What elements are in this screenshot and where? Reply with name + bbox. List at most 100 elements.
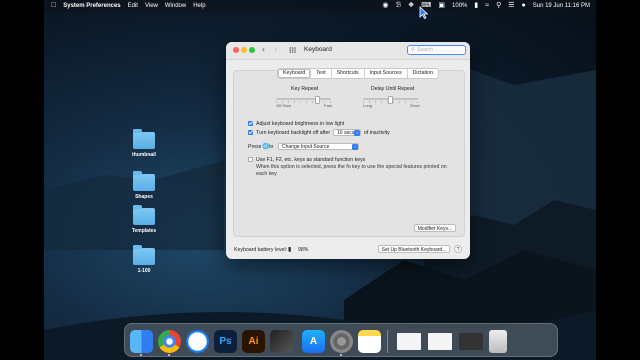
setup-bluetooth-keyboard-button[interactable]: Set Up Bluetooth Keyboard... (378, 245, 450, 253)
dock-system-preferences-icon[interactable] (330, 330, 353, 353)
folder-shapes[interactable]: Shapes (124, 171, 164, 200)
window-titlebar[interactable]: ‹ › Keyboard Search ⚲ (226, 42, 470, 60)
magnifier-icon: ⚲ (411, 47, 415, 53)
apple-menu-icon[interactable]:  (51, 0, 56, 12)
desktop:  System Preferences Edit View Window He… (44, 0, 596, 360)
zoom-button[interactable] (249, 47, 255, 53)
menu-window[interactable]: Window (165, 3, 186, 9)
dropbox-icon[interactable]: ❖ (408, 0, 414, 12)
adjust-brightness-checkbox[interactable] (248, 121, 253, 126)
tab-keyboard[interactable]: Keyboard (278, 69, 312, 78)
menu-bar:  System Preferences Edit View Window He… (44, 0, 596, 12)
delay-until-repeat-slider[interactable] (363, 96, 418, 104)
folder-thumbnail[interactable]: thumbnail (124, 129, 164, 158)
dock-recent-document-3[interactable] (459, 333, 483, 350)
folder-icon (133, 205, 155, 225)
function-keys-description: When this option is selected, press the … (256, 164, 447, 177)
dock-trash-icon[interactable] (489, 330, 507, 353)
key-repeat-knob[interactable] (315, 96, 320, 104)
dock-final-cut-icon[interactable] (270, 330, 293, 353)
chevron-updown-icon: ↕ (354, 130, 360, 136)
dock-app-store-icon[interactable]: A (302, 330, 325, 353)
to-label: to (269, 144, 274, 150)
dock-recent-document-2[interactable] (428, 333, 452, 350)
menu-clock[interactable]: Sun 19 Jun 11:16 PM (533, 3, 590, 9)
folder-1-100[interactable]: 1-100 (124, 245, 164, 274)
delay-until-repeat-knob[interactable] (388, 96, 393, 104)
delay-until-repeat-label: Delay Until Repeat (371, 86, 415, 92)
close-button[interactable] (233, 47, 239, 53)
inactivity-label: of inactivity (364, 130, 390, 136)
back-arrow-icon[interactable]: ‹ (262, 44, 265, 54)
forward-arrow-icon[interactable]: › (274, 44, 277, 54)
dock-chrome-icon[interactable] (158, 330, 181, 353)
dock-finder-icon[interactable] (130, 330, 153, 353)
key-repeat-min-label: Off Slow (276, 103, 292, 108)
folder-icon (133, 245, 155, 265)
globe-key-action-select[interactable]: Change Input Source ↕ (278, 143, 359, 150)
folder-label: Shapes (135, 194, 153, 200)
backlight-off-checkbox[interactable] (248, 130, 253, 135)
delay-max-label: Short (410, 103, 420, 108)
modifier-keys-button[interactable]: Modifier Keys... (414, 224, 456, 232)
minimize-button[interactable] (241, 47, 247, 53)
dock-separator (387, 330, 388, 353)
wifi-icon[interactable]: ≈ (485, 0, 489, 12)
key-repeat-max-label: Fast (324, 103, 332, 108)
folder-label: 1-100 (137, 268, 151, 274)
function-keys-checkbox[interactable] (248, 157, 253, 162)
tab-input-sources[interactable]: Input Sources (365, 69, 408, 78)
dock-recent-document-1[interactable] (397, 333, 421, 350)
search-icon[interactable]: ⚲ (496, 0, 501, 12)
backlight-off-label: Turn keyboard backlight off after (256, 130, 331, 136)
menu-help[interactable]: Help (193, 3, 205, 9)
running-indicator (168, 354, 170, 356)
settings-panel (233, 70, 465, 237)
record-icon[interactable]: ◉ (382, 0, 388, 12)
backlight-timeout-value: 10 secs (337, 130, 355, 136)
control-center-icon[interactable]: ☰ (508, 0, 514, 12)
battery-level-value: 98% (298, 247, 309, 253)
search-field[interactable]: Search (407, 45, 466, 55)
tab-text[interactable]: Text (311, 69, 332, 78)
press-label: Press (248, 144, 262, 150)
battery-level-label: Keyboard battery level: (234, 247, 288, 253)
backlight-timeout-select[interactable]: 10 secs ↕ (333, 129, 361, 136)
show-all-grid-icon[interactable] (289, 47, 296, 53)
dock-notes-icon[interactable] (358, 330, 381, 353)
chevron-updown-icon: ↕ (352, 144, 358, 150)
dock-safari-icon[interactable] (186, 330, 209, 353)
battery-level-icon: ▮ (288, 247, 292, 253)
battery-percent: 100% (452, 3, 468, 9)
globe-key-action-value: Change Input Source (282, 144, 330, 150)
mouse-pointer-icon (419, 6, 428, 19)
tab-shortcuts[interactable]: Shortcuts (332, 69, 365, 78)
help-button[interactable]: ? (454, 245, 462, 253)
dock-illustrator-icon[interactable]: Ai (242, 330, 265, 353)
function-keys-label: Use F1, F2, etc. keys as standard functi… (256, 157, 366, 163)
dock: Ps Ai A (124, 323, 558, 357)
keyboard-preferences-window: ‹ › Keyboard Search ⚲ Keyboard Text Shor… (226, 42, 470, 259)
menu-app-name[interactable]: System Preferences (63, 3, 120, 9)
siri-icon[interactable]: ● (522, 0, 526, 12)
adjust-brightness-label: Adjust keyboard brightness in low light (256, 121, 345, 127)
tab-bar: Keyboard Text Shortcuts Input Sources Di… (277, 68, 439, 79)
delay-min-label: Long (363, 103, 372, 108)
dock-photoshop-icon[interactable]: Ps (214, 330, 237, 353)
folder-icon (133, 129, 155, 149)
key-repeat-slider[interactable] (276, 96, 331, 104)
key-repeat-label: Key Repeat (291, 86, 319, 92)
window-title: Keyboard (304, 46, 332, 53)
folder-label: thumbnail (132, 152, 156, 158)
tab-dictation[interactable]: Dictation (408, 69, 438, 78)
display-icon[interactable]: ▣ (438, 0, 445, 12)
menu-extras: ◉ ℬ ❖ ⌨ ▣ 100% ▮ ≈ ⚲ ☰ ● Sun 19 Jun 11:1… (375, 0, 590, 12)
running-indicator (140, 354, 142, 356)
menu-view[interactable]: View (145, 3, 158, 9)
folder-label: Templates (131, 228, 157, 234)
folder-templates[interactable]: Templates (124, 205, 164, 234)
menu-edit[interactable]: Edit (128, 3, 138, 9)
folder-icon (133, 171, 155, 191)
battery-icon[interactable]: ▮ (474, 0, 478, 12)
bluetooth-icon[interactable]: ℬ (395, 0, 401, 12)
